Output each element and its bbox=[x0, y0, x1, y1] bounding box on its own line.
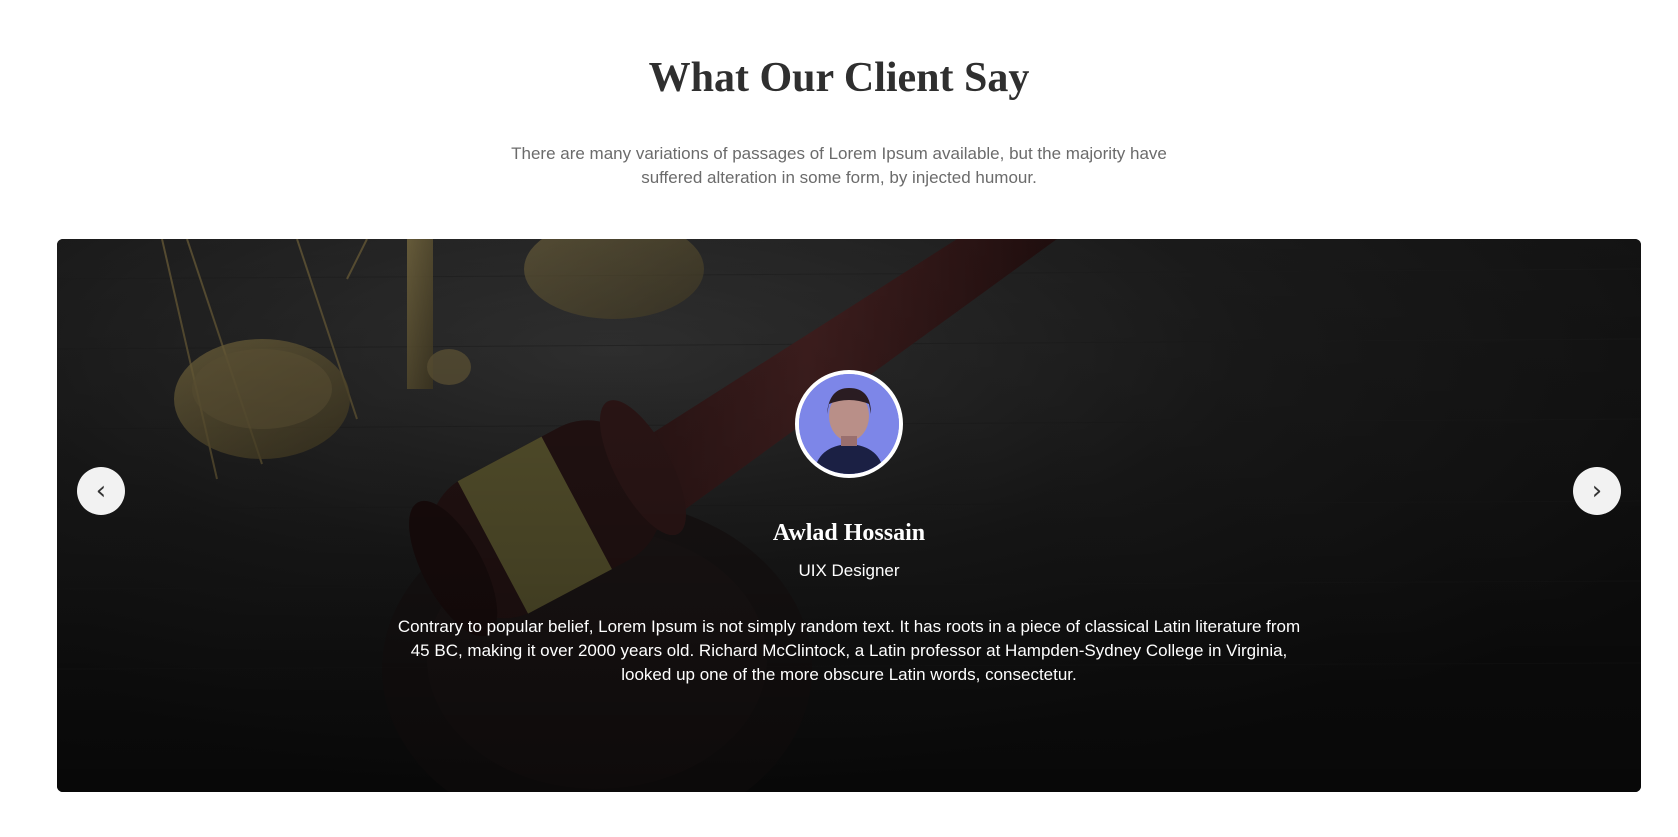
client-portrait-image bbox=[799, 374, 899, 474]
client-role: UIX Designer bbox=[798, 561, 900, 580]
previous-slide-button[interactable]: ‹ bbox=[77, 467, 125, 515]
section-subtitle: There are many variations of passages of… bbox=[511, 144, 1167, 187]
client-name: Awlad Hossain bbox=[772, 520, 926, 546]
testimonial-quote: Contrary to popular belief, Lorem Ipsum … bbox=[397, 617, 1301, 684]
testimonial-slider: Awlad Hossain UIX Designer Contrary to p… bbox=[57, 239, 1641, 792]
section-title: What Our Client Say bbox=[648, 55, 1030, 101]
client-avatar bbox=[795, 370, 903, 478]
next-slide-button[interactable]: › bbox=[1573, 467, 1621, 515]
background-overlay bbox=[57, 239, 1641, 792]
chevron-right-icon: › bbox=[1591, 476, 1603, 506]
chevron-left-icon: ‹ bbox=[95, 476, 107, 506]
